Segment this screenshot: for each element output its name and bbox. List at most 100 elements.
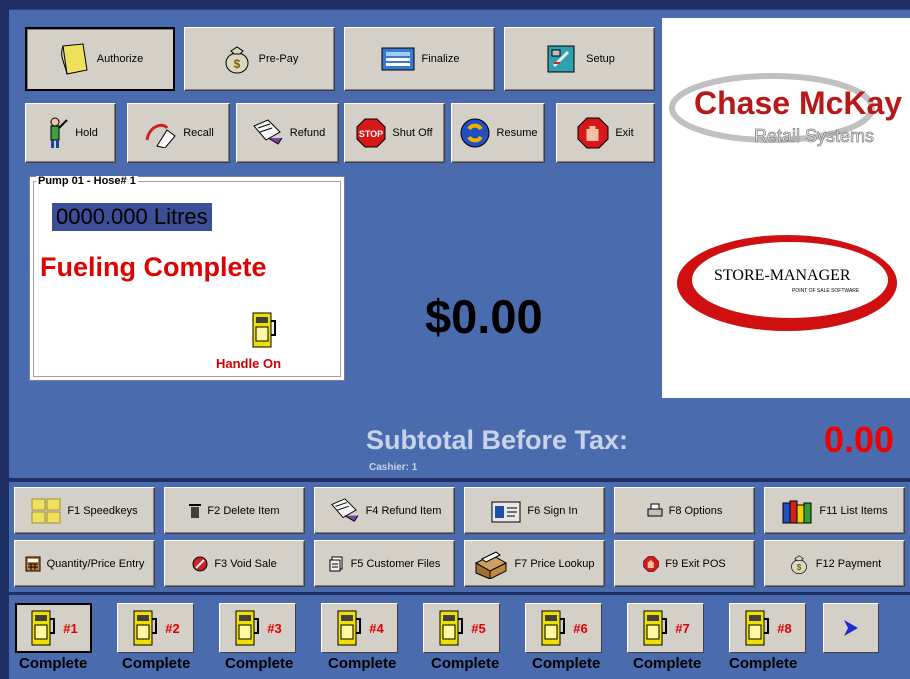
pump-1-status: Complete: [19, 655, 88, 672]
pump-6-status: Complete: [532, 655, 601, 672]
f7-price-lookup-button[interactable]: F7 Price Lookup: [464, 540, 605, 587]
refresh-icon: [459, 117, 491, 149]
f5-customer-files-button[interactable]: F5 Customer Files: [314, 540, 455, 587]
pump-number: #2: [165, 620, 180, 636]
fuel-pump-icon: [743, 609, 771, 647]
subtotal-label: Subtotal Before Tax:: [366, 425, 629, 455]
shutoff-button[interactable]: STOP Shut Off: [344, 103, 445, 163]
f2-delete-item-button[interactable]: F2 Delete Item: [164, 487, 305, 534]
prepay-label: Pre-Pay: [258, 53, 299, 65]
resume-button[interactable]: Resume: [451, 103, 545, 163]
pump-3-button[interactable]: #3: [219, 603, 296, 653]
refund-button[interactable]: Refund: [236, 103, 339, 163]
f8-options-button[interactable]: F8 Options: [614, 487, 755, 534]
printer-icon: [647, 503, 663, 519]
pump-number: #4: [369, 620, 384, 636]
pump-6-button[interactable]: #6: [525, 603, 602, 653]
pump-8-button[interactable]: #8: [729, 603, 806, 653]
setup-button[interactable]: Setup: [504, 27, 655, 91]
stop-hand-icon: [577, 117, 609, 149]
finalize-label: Finalize: [421, 53, 460, 65]
pump-5-status: Complete: [431, 655, 500, 672]
exit-button[interactable]: Exit: [556, 103, 655, 163]
grid-icon: [31, 498, 61, 524]
person-hold-icon: [43, 116, 69, 150]
arrow-right-icon: [843, 619, 859, 637]
pump-number: #1: [63, 620, 78, 636]
pump-7-status: Complete: [633, 655, 702, 672]
stop-sign-icon: STOP: [356, 118, 386, 148]
subtotal-value: 0.00: [824, 419, 895, 460]
f9-label: F9 Exit POS: [665, 557, 726, 570]
retail-systems-subtitle: Retail Systems: [754, 126, 874, 146]
logo-panel: Chase McKay Retail Systems STORE-MANAGER…: [662, 18, 910, 398]
fuel-pump-icon: [641, 609, 669, 647]
fuel-pump-icon: [250, 311, 278, 354]
f3-void-sale-button[interactable]: F3 Void Sale: [164, 540, 305, 587]
trash-icon: [189, 503, 202, 519]
next-pumps-button[interactable]: [823, 603, 879, 653]
f1-speedkeys-button[interactable]: F1 Speedkeys: [14, 487, 155, 534]
pump-3-status: Complete: [225, 655, 294, 672]
calculator-icon: [25, 556, 41, 572]
logo-graphics: Chase McKay Retail Systems STORE-MANAGER…: [669, 73, 902, 331]
fuel-pump-icon: [131, 609, 159, 647]
exit-label: Exit: [615, 127, 634, 139]
fuel-pump-icon: [29, 609, 57, 647]
hold-label: Hold: [75, 127, 98, 139]
document-icon: [57, 42, 91, 76]
books-icon: [781, 497, 813, 525]
f9-exit-pos-button[interactable]: F9 Exit POS: [614, 540, 755, 587]
pump-4-button[interactable]: #4: [321, 603, 398, 653]
cashier-label: Cashier: 1: [369, 462, 418, 473]
fueling-status: Fueling Complete: [40, 252, 267, 282]
handle-status: Handle On: [216, 356, 282, 371]
pump-number: #8: [777, 620, 792, 636]
pump-status-panel: Pump 01 - Hose# 1 0000.000 Litres Fuelin…: [29, 176, 345, 381]
finalize-button[interactable]: Finalize: [344, 27, 495, 91]
pos-window: Authorize $ Pre-Pay Finalize Setup Hold …: [0, 0, 910, 679]
quantity-price-entry-button[interactable]: Quantity/Price Entry: [14, 540, 155, 587]
f12-payment-button[interactable]: $ F12 Payment: [764, 540, 905, 587]
sale-amount: $0.00: [425, 290, 543, 343]
fuel-pump-icon: [335, 609, 363, 647]
pump-number: #3: [267, 620, 282, 636]
pump-number: #5: [471, 620, 486, 636]
pump-number: #7: [675, 620, 690, 636]
authorize-label: Authorize: [96, 53, 144, 65]
pump-5-button[interactable]: #5: [423, 603, 500, 653]
f11-label: F11 List Items: [819, 504, 888, 517]
qty-label: Quantity/Price Entry: [46, 557, 145, 570]
pump-2-button[interactable]: #2: [117, 603, 194, 653]
fuel-pump-icon: [233, 609, 261, 647]
prepay-button[interactable]: $ Pre-Pay: [184, 27, 335, 91]
f2-label: F2 Delete Item: [207, 504, 280, 517]
authorize-button[interactable]: Authorize: [25, 27, 175, 91]
receipt-icon: [250, 118, 284, 148]
chase-mckay-title: Chase McKay: [694, 85, 902, 121]
toolbox-icon: [544, 42, 580, 76]
pump-hose-label: Pump 01 - Hose# 1: [36, 175, 138, 187]
hold-button[interactable]: Hold: [25, 103, 116, 163]
setup-label: Setup: [586, 53, 615, 65]
pump-7-button[interactable]: #7: [627, 603, 704, 653]
f5-label: F5 Customer Files: [350, 557, 441, 570]
f1-label: F1 Speedkeys: [67, 504, 138, 517]
svg-text:$: $: [233, 57, 240, 71]
money-bag-icon: $: [221, 43, 253, 75]
f4-refund-item-button[interactable]: F4 Refund Item: [314, 487, 455, 534]
f11-list-items-button[interactable]: F11 List Items: [764, 487, 905, 534]
fuel-pump-icon: [539, 609, 567, 647]
stop-hand-icon: [643, 555, 659, 572]
recall-button[interactable]: Recall: [127, 103, 230, 163]
keyboard-icon: [380, 44, 416, 74]
no-entry-icon: [192, 556, 208, 572]
f6-label: F6 Sign In: [527, 504, 578, 517]
shutoff-label: Shut Off: [392, 127, 433, 139]
pump-2-status: Complete: [122, 655, 191, 672]
f6-sign-in-button[interactable]: F6 Sign In: [464, 487, 605, 534]
pump-4-status: Complete: [328, 655, 397, 672]
svg-text:STOP: STOP: [359, 129, 383, 139]
store-manager-title: STORE-MANAGER: [714, 267, 851, 284]
pump-1-button[interactable]: #1: [15, 603, 92, 653]
